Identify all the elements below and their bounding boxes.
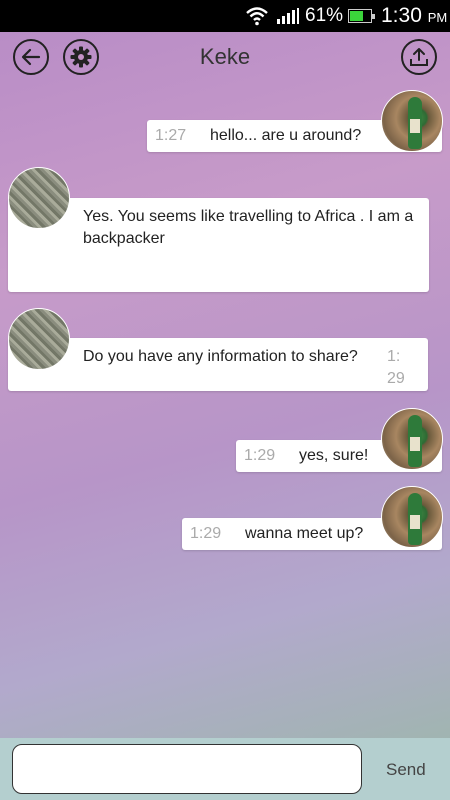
battery-percent: 61%	[305, 5, 344, 26]
message-input[interactable]	[12, 744, 362, 794]
avatar-self[interactable]	[381, 486, 443, 548]
chat-header: Keke	[0, 32, 450, 82]
battery-icon	[348, 9, 375, 23]
message-text: yes, sure!	[299, 447, 369, 464]
message-time: 1:27	[155, 127, 187, 144]
message-text: Do you have any information to share?	[83, 348, 358, 365]
clock-time: 1:30	[381, 4, 422, 27]
message-text: wanna meet up?	[245, 525, 364, 542]
status-bar: 61% 1:30 PM	[0, 0, 450, 32]
signal-icon	[277, 8, 299, 24]
avatar-contact[interactable]	[8, 308, 70, 370]
message-bubble-received[interactable]: Do you have any information to share? 1:…	[8, 338, 428, 391]
clock-ampm: PM	[427, 10, 448, 25]
send-button[interactable]: Send	[386, 760, 426, 780]
message-bubble-received[interactable]: Yes. You seems like travelling to Africa…	[8, 198, 429, 292]
avatar-self[interactable]	[381, 408, 443, 470]
chat-title: Keke	[199, 44, 251, 69]
message-text: hello... are u around?	[210, 127, 362, 144]
message-text: Yes. You seems like travelling to Africa…	[83, 208, 414, 247]
upload-icon	[410, 48, 428, 66]
message-time: 1:29	[190, 525, 222, 542]
message-time: 1:29	[244, 447, 276, 464]
avatar-contact[interactable]	[8, 167, 70, 229]
avatar-self[interactable]	[381, 90, 443, 152]
message-time: 1:29	[387, 348, 405, 387]
clock: 1:30 PM	[381, 4, 447, 28]
wifi-icon	[246, 7, 268, 26]
message-composer: Send	[0, 738, 450, 800]
share-button[interactable]	[401, 39, 437, 75]
